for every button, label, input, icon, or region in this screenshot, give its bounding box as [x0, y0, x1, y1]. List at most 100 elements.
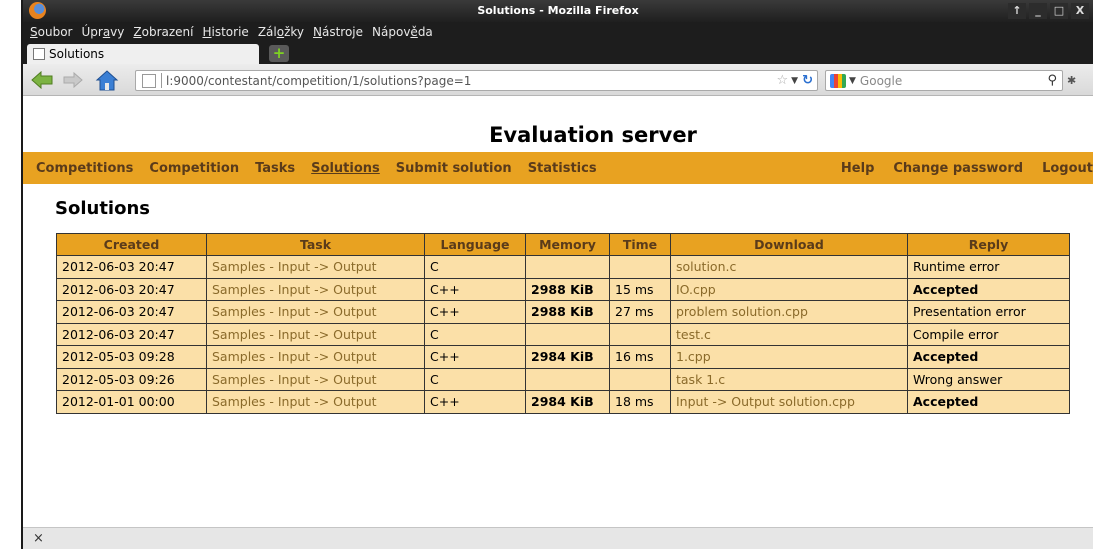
task-link[interactable]: Samples - Input -> Output	[206, 300, 425, 324]
nav-link-logout[interactable]: Logout	[1042, 161, 1093, 176]
menu-item-4[interactable]: Záložky	[258, 25, 304, 39]
bookmark-star-icon[interactable]: ☆	[777, 73, 789, 88]
menu-item-3[interactable]: Historie	[202, 25, 248, 39]
created-cell: 2012-01-01 00:00	[56, 390, 207, 414]
created-cell: 2012-06-03 20:47	[56, 300, 207, 324]
search-engine-dropdown-icon[interactable]: ▼	[849, 76, 856, 86]
table-row: 2012-05-03 09:28 Samples - Input -> Outpu…	[56, 345, 1070, 369]
reply-cell: Runtime error	[907, 255, 1070, 279]
reply-cell: Accepted	[907, 390, 1070, 414]
column-header-memory: Memory	[525, 233, 610, 256]
column-header-time: Time	[609, 233, 671, 256]
language-cell: C++	[424, 345, 526, 369]
memory-cell: 2984 KiB	[525, 390, 610, 414]
close-window-button[interactable]: X	[1071, 3, 1089, 19]
menu-bar: Soubor Úpravy Zobrazení Historie Záložky Nást…	[23, 22, 1093, 42]
download-link[interactable]: test.c	[670, 322, 908, 346]
addon-icon[interactable]: ✱	[1067, 74, 1076, 87]
page-favicon-icon	[33, 48, 45, 60]
title-bar: Solutions - Mozilla Firefox ↑ _ □ X	[23, 0, 1093, 22]
language-cell: C	[424, 255, 526, 279]
url-separator	[161, 73, 162, 88]
menu-item-6[interactable]: Nápověda	[372, 25, 433, 39]
table-row: 2012-01-01 00:00 Samples - Input -> Outpu…	[56, 390, 1070, 414]
memory-cell: 2988 KiB	[525, 277, 610, 301]
window-title: Solutions - Mozilla Firefox	[477, 4, 639, 17]
nav-link-statistics[interactable]: Statistics	[528, 161, 597, 176]
language-cell: C++	[424, 300, 526, 324]
nav-link-tasks[interactable]: Tasks	[255, 161, 295, 176]
home-icon[interactable]	[95, 69, 119, 91]
url-text[interactable]: l:9000/contestant/competition/1/solution…	[166, 74, 777, 88]
page-title: Solutions	[55, 198, 150, 219]
task-link[interactable]: Samples - Input -> Output	[206, 277, 425, 301]
reload-icon[interactable]: ↻	[802, 73, 813, 88]
memory-cell: 2984 KiB	[525, 345, 610, 369]
task-link[interactable]: Samples - Input -> Output	[206, 367, 425, 391]
time-cell	[609, 255, 671, 279]
minimize-button[interactable]: _	[1029, 3, 1047, 19]
new-tab-button[interactable]: +	[269, 45, 289, 62]
task-link[interactable]: Samples - Input -> Output	[206, 345, 425, 369]
time-cell: 18 ms	[609, 390, 671, 414]
time-cell: 27 ms	[609, 300, 671, 324]
nav-link-help[interactable]: Help	[841, 161, 874, 176]
google-engine-icon[interactable]	[830, 73, 846, 88]
tab-solutions[interactable]: Solutions	[27, 44, 259, 64]
created-cell: 2012-05-03 09:26	[56, 367, 207, 391]
maximize-button[interactable]: □	[1050, 3, 1068, 19]
task-link[interactable]: Samples - Input -> Output	[206, 390, 425, 414]
back-arrow-icon[interactable]	[31, 71, 53, 89]
status-bar: ×	[23, 527, 1093, 549]
download-link[interactable]: problem solution.cpp	[670, 300, 908, 324]
download-link[interactable]: IO.cpp	[670, 277, 908, 301]
menu-item-2[interactable]: Zobrazení	[133, 25, 193, 39]
memory-cell: 2988 KiB	[525, 300, 610, 324]
window-up-button[interactable]: ↑	[1008, 3, 1026, 19]
site-identity-icon[interactable]	[142, 73, 156, 88]
site-title: Evaluation server	[489, 123, 697, 147]
menu-item-1[interactable]: Úpravy	[81, 25, 124, 39]
download-link[interactable]: task 1.c	[670, 367, 908, 391]
reply-cell: Compile error	[907, 322, 1070, 346]
language-cell: C	[424, 367, 526, 391]
table-row: 2012-05-03 09:26 Samples - Input -> Outpu…	[56, 367, 1070, 391]
forward-arrow-icon[interactable]	[63, 72, 83, 88]
desktop-edge	[0, 0, 23, 549]
column-header-download: Download	[670, 233, 908, 256]
nav-link-submit-solution[interactable]: Submit solution	[396, 161, 512, 176]
search-input[interactable]: Google	[860, 74, 1048, 88]
language-cell: C	[424, 322, 526, 346]
tab-bar: Solutions +	[23, 42, 1093, 64]
memory-cell	[525, 367, 610, 391]
created-cell: 2012-06-03 20:47	[56, 277, 207, 301]
search-icon[interactable]: ⚲	[1047, 73, 1057, 88]
time-cell	[609, 367, 671, 391]
reply-cell: Wrong answer	[907, 367, 1070, 391]
nav-link-competitions[interactable]: Competitions	[36, 161, 133, 176]
table-row: 2012-06-03 20:47 Samples - Input -> Outpu…	[56, 277, 1070, 301]
nav-link-solutions[interactable]: Solutions	[311, 161, 380, 176]
firefox-window: Solutions - Mozilla Firefox ↑ _ □ X Soub…	[23, 0, 1093, 549]
close-icon[interactable]: ×	[33, 531, 44, 546]
download-link[interactable]: 1.cpp	[670, 345, 908, 369]
memory-cell	[525, 255, 610, 279]
time-cell: 15 ms	[609, 277, 671, 301]
search-bar[interactable]: ▼ Google ⚲	[825, 70, 1063, 91]
created-cell: 2012-06-03 20:47	[56, 255, 207, 279]
url-dropdown-icon[interactable]: ▼	[791, 76, 798, 86]
task-link[interactable]: Samples - Input -> Output	[206, 322, 425, 346]
download-link[interactable]: Input -> Output solution.cpp	[670, 390, 908, 414]
menu-item-5[interactable]: Nástroje	[313, 25, 363, 39]
url-bar[interactable]: l:9000/contestant/competition/1/solution…	[135, 70, 818, 91]
solutions-table: Created Task Language Memory Time Download Rep…	[56, 233, 1070, 414]
nav-link-competition[interactable]: Competition	[149, 161, 239, 176]
created-cell: 2012-05-03 09:28	[56, 345, 207, 369]
task-link[interactable]: Samples - Input -> Output	[206, 255, 425, 279]
nav-link-change-password[interactable]: Change password	[893, 161, 1023, 176]
download-link[interactable]: solution.c	[670, 255, 908, 279]
plus-icon: +	[272, 44, 286, 62]
menu-item-0[interactable]: Soubor	[30, 25, 72, 39]
column-header-created: Created	[56, 233, 207, 256]
time-cell	[609, 322, 671, 346]
